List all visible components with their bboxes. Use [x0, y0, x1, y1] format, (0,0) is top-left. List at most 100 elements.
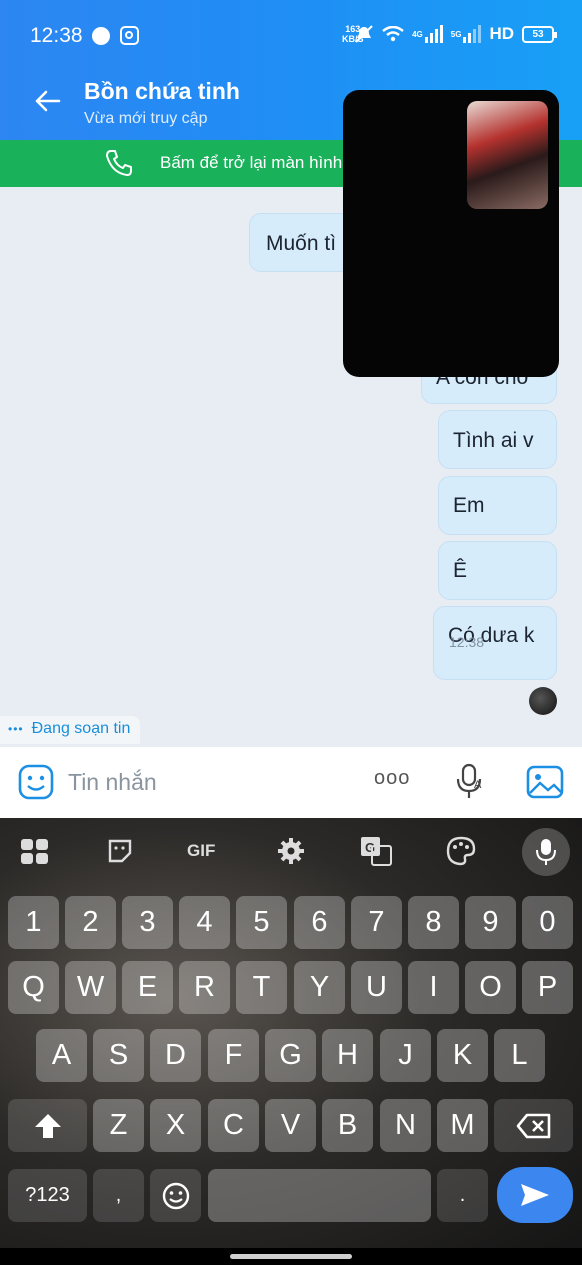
key-3[interactable]: 3 [122, 896, 173, 949]
message-bubble[interactable]: Tình ai v [438, 410, 557, 469]
status-bar: 12:38 163 KB/S 4G 5G HD 53 [0, 0, 582, 66]
call-banner-text: Bấm để trở lại màn hình [160, 153, 343, 172]
shift-arrow-icon [35, 1114, 61, 1138]
emoji-smile-icon [162, 1182, 190, 1210]
sticker-icon[interactable] [18, 764, 54, 800]
contact-name[interactable]: Bồn chứa tinh [84, 78, 240, 105]
key-k[interactable]: K [437, 1029, 488, 1082]
instagram-icon [120, 26, 139, 45]
voice-input-button[interactable] [522, 828, 570, 876]
message-text: Em [453, 494, 485, 517]
key-2[interactable]: 2 [65, 896, 116, 949]
gif-button[interactable]: GIF [187, 841, 215, 861]
sticker-icon[interactable] [107, 838, 133, 864]
key-f[interactable]: F [208, 1029, 259, 1082]
key-t[interactable]: T [236, 961, 287, 1014]
message-text: Ê [453, 559, 468, 582]
typing-dots: ••• [8, 722, 24, 736]
message-bubble[interactable]: Ê [438, 541, 557, 600]
svg-text:G: G [365, 840, 375, 855]
key-4[interactable]: 4 [179, 896, 230, 949]
key-y[interactable]: Y [294, 961, 345, 1014]
key-c[interactable]: C [208, 1099, 259, 1152]
self-camera-preview[interactable] [467, 101, 548, 209]
keyboard: GIF G 1 2 3 4 5 6 7 8 9 0 Q W E R T Y U … [0, 818, 582, 1265]
sim2-label: 5G [450, 29, 462, 39]
typing-indicator: ••• Đang soạn tin [0, 716, 141, 744]
send-arrow-icon [521, 1184, 549, 1206]
signal-bars-2-icon [463, 25, 482, 43]
key-j[interactable]: J [380, 1029, 431, 1082]
message-input-bar: Tin nhắn ooo A [0, 747, 582, 818]
key-v[interactable]: V [265, 1099, 316, 1152]
backspace-icon [516, 1113, 551, 1139]
microphone-icon [536, 839, 556, 865]
emoji-key[interactable] [150, 1169, 201, 1222]
key-i[interactable]: I [408, 961, 459, 1014]
message-input[interactable]: Tin nhắn [68, 769, 157, 796]
wifi-icon [382, 26, 404, 42]
image-gallery-icon[interactable] [526, 765, 564, 799]
signal-bars-icon [424, 25, 443, 43]
key-8[interactable]: 8 [408, 896, 459, 949]
status-right: 4G 5G HD 53 [354, 24, 557, 44]
apps-grid-icon[interactable] [20, 838, 50, 866]
key-u[interactable]: U [351, 961, 402, 1014]
message-bubble[interactable]: Có dưa k 12:38 [433, 606, 557, 680]
key-a[interactable]: A [36, 1029, 87, 1082]
back-arrow-icon[interactable] [32, 86, 62, 116]
key-p[interactable]: P [522, 961, 573, 1014]
key-5[interactable]: 5 [236, 896, 287, 949]
theme-palette-icon[interactable] [446, 836, 476, 866]
symbols-key[interactable]: ?123 [8, 1169, 87, 1222]
key-g[interactable]: G [265, 1029, 316, 1082]
key-1[interactable]: 1 [8, 896, 59, 949]
key-q[interactable]: Q [8, 961, 59, 1014]
message-text: Tình ai v [453, 429, 534, 452]
hd-label: HD [489, 24, 514, 43]
key-n[interactable]: N [380, 1099, 431, 1152]
comma-key[interactable]: , [93, 1169, 144, 1222]
key-l[interactable]: L [494, 1029, 545, 1082]
phone-icon [106, 150, 132, 176]
key-o[interactable]: O [465, 961, 516, 1014]
mute-icon [355, 25, 373, 43]
key-h[interactable]: H [322, 1029, 373, 1082]
key-z[interactable]: Z [93, 1099, 144, 1152]
message-time: 12:38 [449, 634, 485, 650]
system-nav-bar [0, 1248, 582, 1265]
notification-dot-icon [92, 27, 110, 45]
status-time: 12:38 [30, 24, 83, 47]
home-indicator[interactable] [230, 1254, 352, 1259]
key-6[interactable]: 6 [294, 896, 345, 949]
key-7[interactable]: 7 [351, 896, 402, 949]
seen-avatar [529, 687, 557, 715]
contact-status: Vừa mới truy cập [84, 110, 208, 127]
key-s[interactable]: S [93, 1029, 144, 1082]
key-d[interactable]: D [150, 1029, 201, 1082]
space-key[interactable] [208, 1169, 431, 1222]
key-9[interactable]: 9 [465, 896, 516, 949]
key-w[interactable]: W [65, 961, 116, 1014]
battery-icon: 53 [522, 25, 557, 43]
typing-text: Đang soạn tin [31, 720, 131, 737]
settings-gear-icon[interactable] [276, 836, 306, 866]
more-options-icon[interactable]: ooo [374, 767, 410, 790]
keyboard-toolbar: GIF G [0, 818, 582, 882]
key-r[interactable]: R [179, 961, 230, 1014]
backspace-key[interactable] [494, 1099, 573, 1152]
sim1-label: 4G [412, 29, 423, 39]
send-key[interactable] [497, 1167, 573, 1223]
translate-icon[interactable]: G [360, 836, 392, 866]
key-b[interactable]: B [322, 1099, 373, 1152]
key-e[interactable]: E [122, 961, 173, 1014]
key-x[interactable]: X [150, 1099, 201, 1152]
video-call-overlay[interactable] [343, 90, 559, 377]
message-text: Muốn tì [266, 232, 337, 255]
voice-to-text-icon[interactable]: A [454, 763, 486, 801]
key-0[interactable]: 0 [522, 896, 573, 949]
shift-key[interactable] [8, 1099, 87, 1152]
period-key[interactable]: . [437, 1169, 488, 1222]
key-m[interactable]: M [437, 1099, 488, 1152]
message-bubble[interactable]: Em [438, 476, 557, 535]
